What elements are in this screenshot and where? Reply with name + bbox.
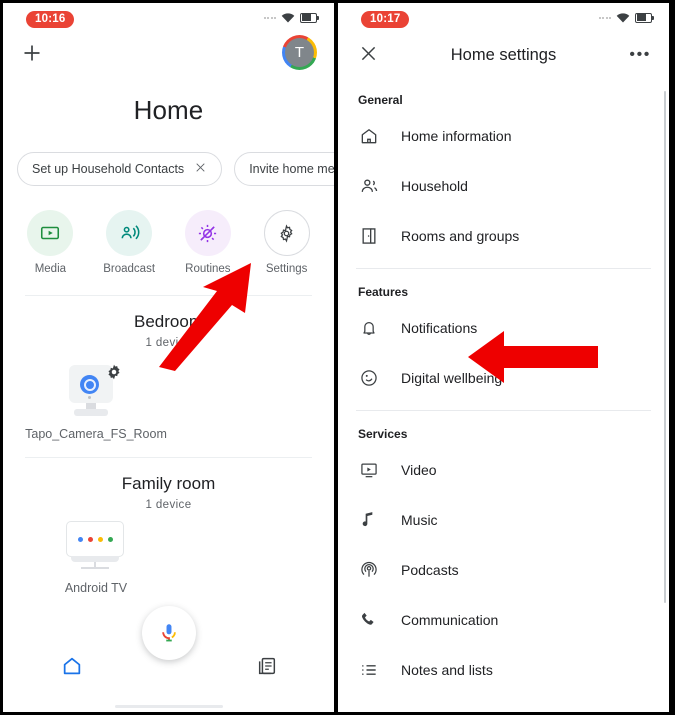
gear-icon — [263, 210, 310, 256]
settings-item-podcasts[interactable]: Podcasts — [338, 545, 669, 595]
settings-item-label: Communication — [401, 612, 499, 628]
page-title: Home — [133, 95, 204, 125]
status-bar-right: 10:17 — [338, 3, 669, 33]
section-divider — [25, 457, 312, 459]
status-bar-icons — [598, 12, 655, 23]
device-name: Tapo_Camera_FS_Room — [25, 427, 167, 441]
shortcut-broadcast[interactable]: Broadcast — [90, 210, 169, 275]
chip-invite-home-member[interactable]: Invite home me — [234, 152, 334, 186]
device-name: Android TV — [64, 581, 128, 596]
settings-item-rooms-and-groups[interactable]: Rooms and groups — [338, 211, 669, 261]
shortcut-label: Broadcast — [103, 263, 156, 275]
settings-item-communication[interactable]: Communication — [338, 595, 669, 645]
chip-label: Invite home me — [249, 162, 334, 176]
room-family-room: Family room 1 device Android TV — [3, 474, 334, 597]
shortcut-routines[interactable]: Routines — [169, 210, 248, 275]
video-icon — [358, 459, 380, 481]
broadcast-icon — [106, 210, 153, 256]
phone-icon — [358, 609, 380, 631]
feed-icon[interactable] — [256, 655, 278, 682]
room-name: Bedroom — [134, 312, 203, 331]
settings-item-label: Household — [401, 178, 468, 194]
home-screen-panel: 10:16 T Home Set up Household Contacts I… — [3, 3, 334, 712]
page-title: Home settings — [450, 45, 557, 64]
media-play-icon — [27, 210, 74, 256]
shortcut-label: Media — [34, 263, 67, 275]
settings-item-music[interactable]: Music — [338, 495, 669, 545]
shortcut-media[interactable]: Media — [11, 210, 90, 275]
avatar-initial: T — [285, 38, 314, 67]
settings-item-notes-and-lists[interactable]: Notes and lists — [338, 645, 669, 695]
suggestion-chips: Set up Household Contacts Invite home me — [3, 152, 334, 186]
device-tile[interactable]: Tapo_Camera_FS_Room — [21, 363, 171, 443]
vertical-scrollbar[interactable] — [663, 91, 666, 603]
shortcut-label: Routines — [185, 263, 231, 275]
dual-screenshot: 10:16 T Home Set up Household Contacts I… — [0, 0, 675, 715]
list-icon — [358, 659, 380, 681]
gesture-nav-bar — [114, 705, 223, 708]
shortcut-settings[interactable]: Settings — [247, 210, 326, 275]
section-heading-services: Services — [358, 427, 408, 441]
add-device-button[interactable] — [20, 41, 44, 65]
home-outline-icon — [358, 125, 380, 147]
assistant-mic-button[interactable] — [141, 606, 196, 660]
wifi-icon — [281, 13, 295, 23]
bottom-nav-bar — [3, 606, 334, 712]
settings-item-label: Video — [401, 462, 437, 478]
avatar[interactable]: T — [282, 35, 317, 70]
more-options-icon[interactable]: ••• — [629, 47, 651, 63]
settings-app-bar: Home settings ••• — [338, 33, 669, 77]
google-mic-icon — [161, 624, 176, 642]
settings-item-video[interactable]: Video — [338, 445, 669, 495]
room-name: Family room — [121, 474, 216, 494]
settings-item-label: Music — [401, 512, 438, 528]
signal-dots-icon — [263, 16, 276, 19]
status-bar-left: 10:16 — [3, 3, 334, 33]
status-bar-icons — [263, 12, 320, 23]
routines-icon — [184, 210, 231, 256]
chip-label: Set up Household Contacts — [32, 162, 185, 176]
wellbeing-icon — [358, 367, 380, 389]
section-divider — [25, 295, 312, 296]
shortcut-row: Media Broadcast Routines Settings — [3, 210, 334, 275]
settings-item-home-information[interactable]: Home information — [338, 111, 669, 161]
room-bedroom: Bedroom 1 device Tapo_Camera_FS_Room — [3, 312, 334, 443]
podcast-icon — [358, 559, 380, 581]
section-heading-general: General — [358, 93, 403, 107]
room-device-count: 1 device — [145, 337, 192, 349]
signal-dots-icon — [598, 16, 611, 19]
music-note-icon — [358, 509, 380, 531]
room-device-count: 1 device — [145, 499, 192, 512]
settings-item-label: Home information — [401, 128, 512, 144]
door-icon — [358, 225, 380, 247]
home-settings-panel: 10:17 Home settings ••• General Home inf… — [338, 3, 669, 712]
settings-item-label: Notifications — [401, 320, 478, 336]
camera-icon — [61, 363, 131, 419]
gear-icon — [105, 363, 123, 385]
section-heading-features: Features — [358, 285, 409, 299]
close-icon[interactable] — [358, 43, 379, 69]
settings-item-household[interactable]: Household — [338, 161, 669, 211]
status-bar-clock: 10:17 — [361, 11, 410, 28]
people-icon — [358, 175, 380, 197]
tv-icon — [61, 521, 131, 573]
home-top-bar: T — [3, 33, 334, 73]
chip-household-contacts[interactable]: Set up Household Contacts — [17, 152, 223, 186]
settings-item-digital-wellbeing[interactable]: Digital wellbeing — [338, 353, 669, 403]
settings-item-label: Digital wellbeing — [401, 370, 503, 386]
device-tile[interactable]: Android TV — [21, 521, 171, 597]
close-icon[interactable] — [194, 161, 207, 177]
battery-icon — [300, 12, 320, 23]
status-bar-clock: 10:16 — [26, 11, 75, 28]
home-icon[interactable] — [61, 655, 83, 682]
shortcut-label: Settings — [265, 263, 308, 275]
settings-item-notifications[interactable]: Notifications — [338, 303, 669, 353]
bell-icon — [358, 317, 380, 339]
settings-item-label: Rooms and groups — [401, 228, 520, 244]
wifi-icon — [616, 13, 630, 23]
settings-item-label: Podcasts — [401, 562, 459, 578]
settings-item-label: Notes and lists — [401, 662, 493, 678]
battery-icon — [635, 12, 655, 23]
